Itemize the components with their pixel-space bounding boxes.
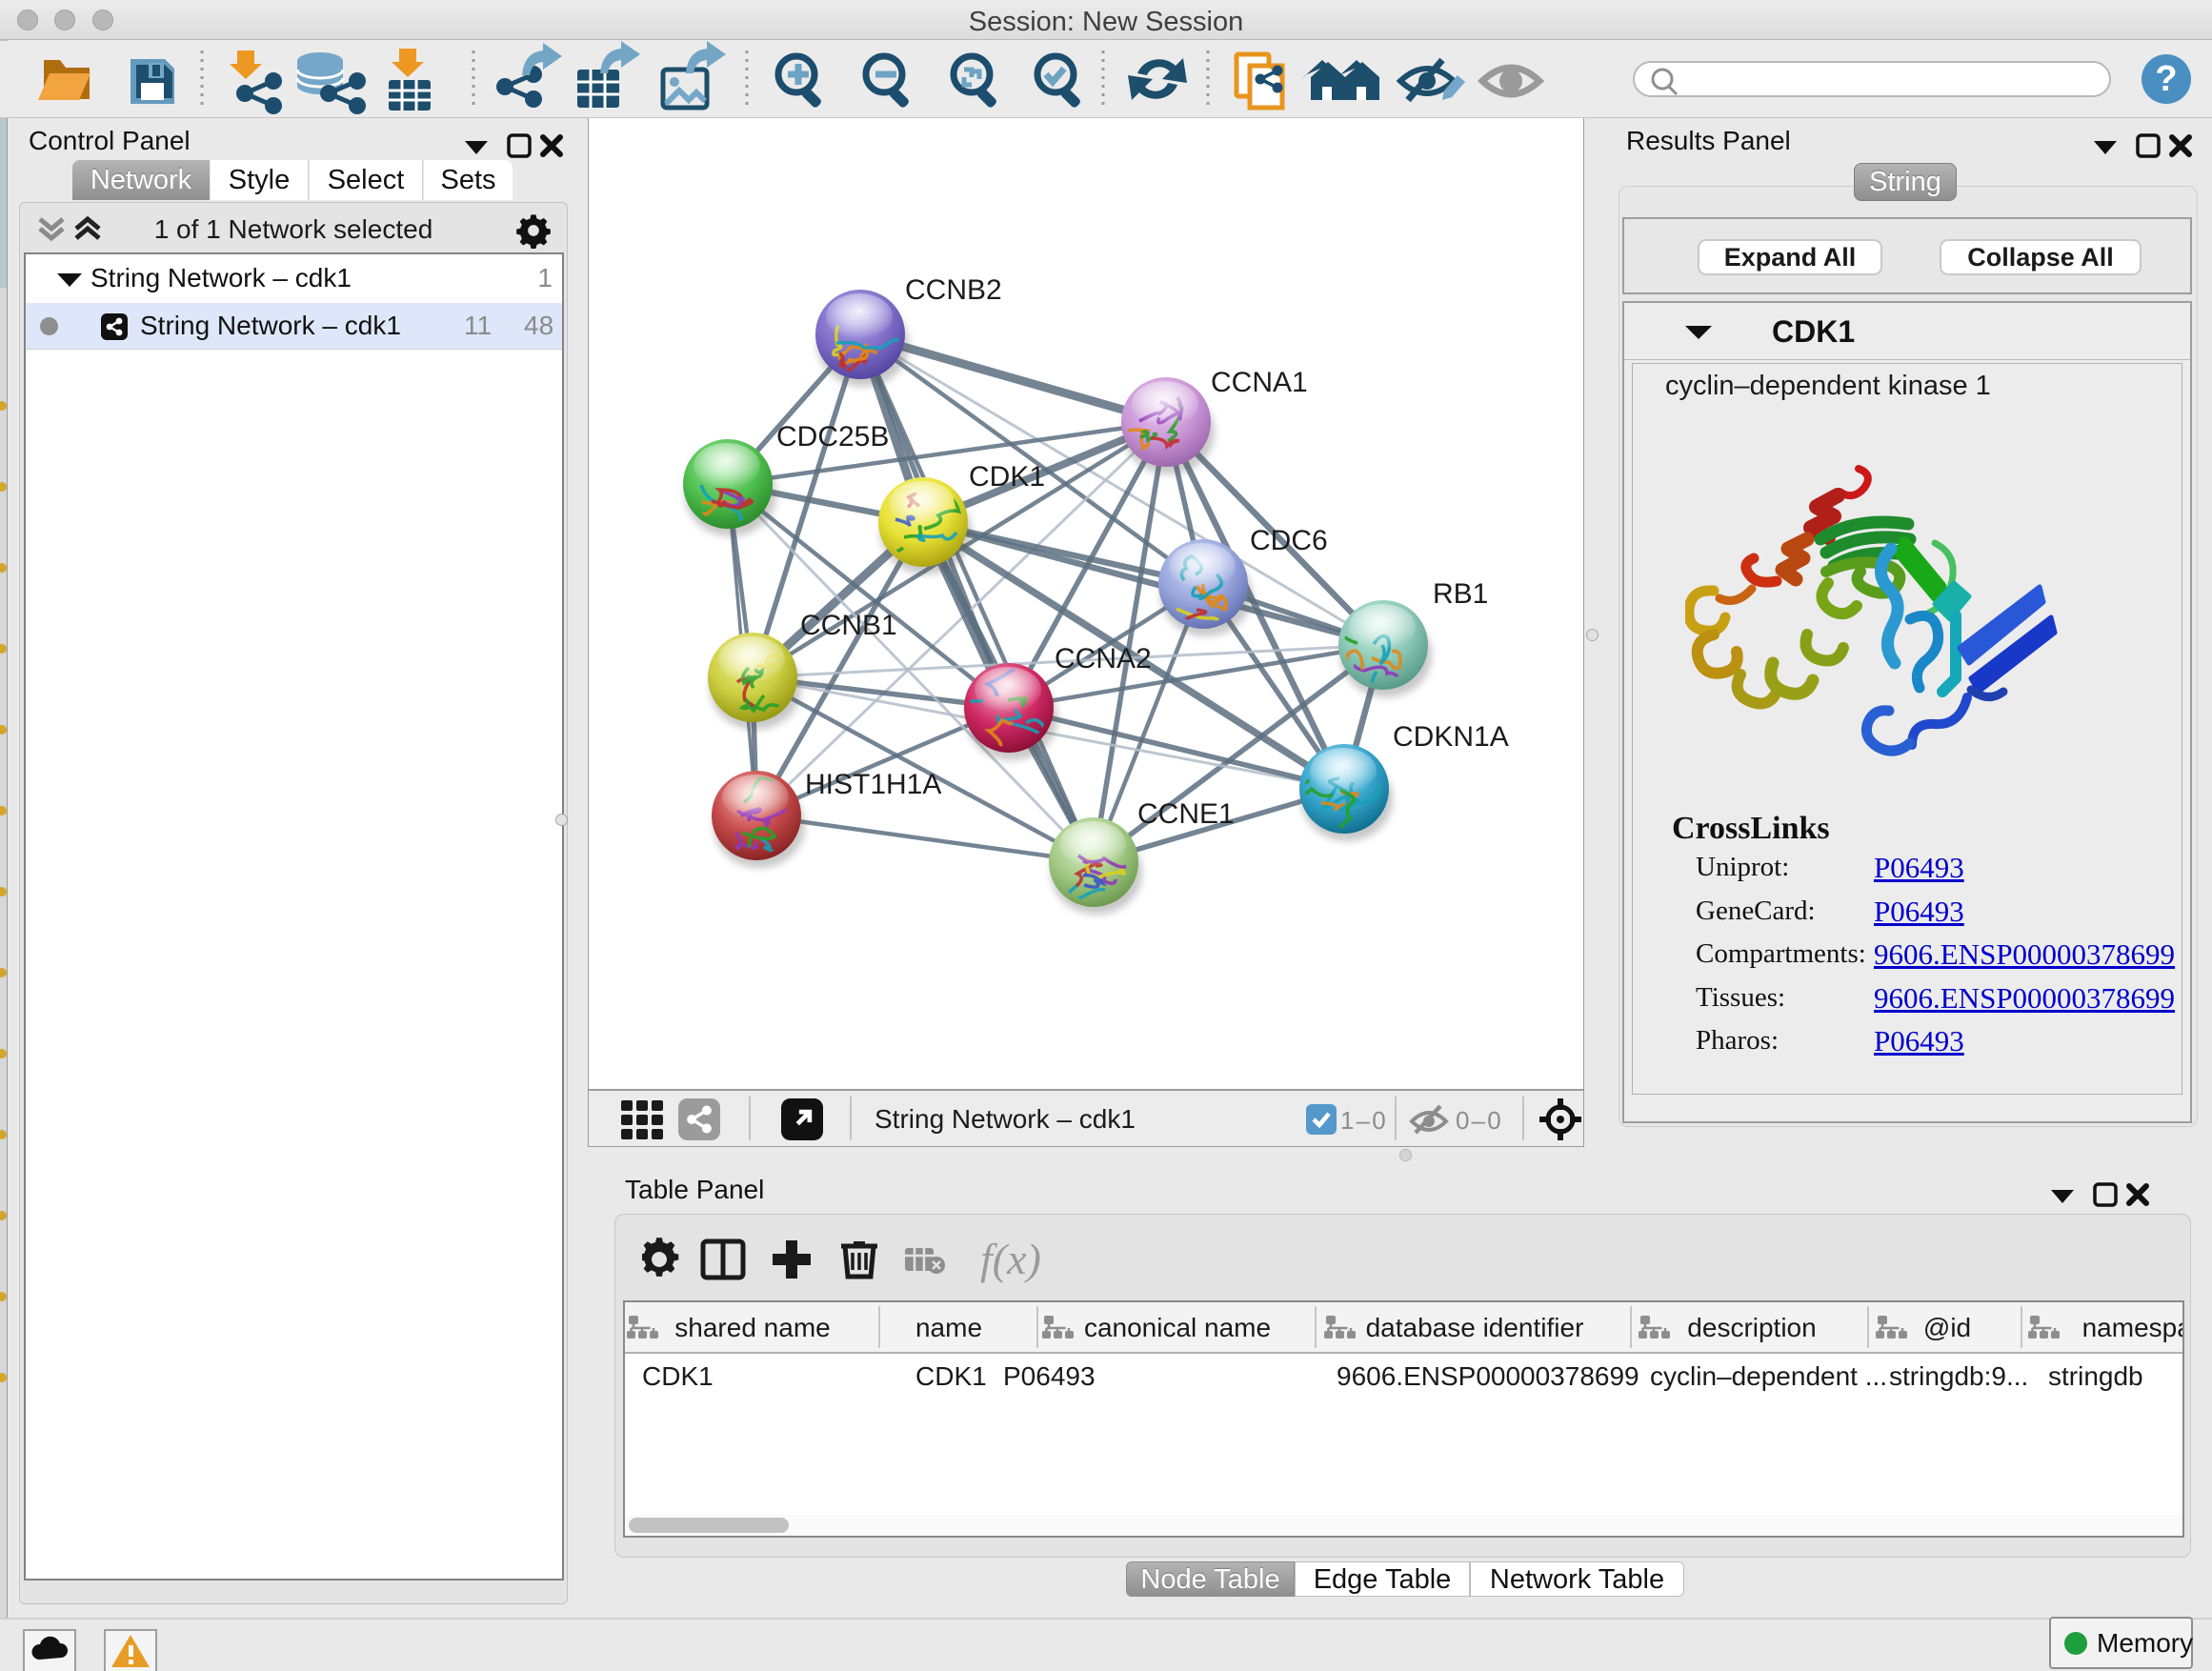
- svg-text:f(x): f(x): [980, 1235, 1041, 1283]
- svg-text:name: name: [915, 1313, 982, 1342]
- svg-text:CCNA1: CCNA1: [1211, 367, 1308, 398]
- svg-text:canonical name: canonical name: [1084, 1313, 1271, 1342]
- svg-text:HIST1H1A: HIST1H1A: [805, 769, 941, 800]
- svg-text:CDC6: CDC6: [1250, 525, 1328, 556]
- svg-text:description: description: [1687, 1313, 1816, 1342]
- svg-text:RB1: RB1: [1433, 578, 1488, 610]
- svg-text:CDC25B: CDC25B: [776, 421, 889, 453]
- svg-text:CCNE1: CCNE1: [1137, 798, 1235, 830]
- svg-text:CCNA2: CCNA2: [1055, 643, 1152, 674]
- svg-text:shared name: shared name: [674, 1313, 830, 1342]
- svg-text:CCNB2: CCNB2: [905, 274, 1002, 306]
- svg-text:@id: @id: [1923, 1313, 1971, 1342]
- svg-text:namespace: namespace: [2082, 1313, 2182, 1342]
- svg-text:CDKN1A: CDKN1A: [1393, 721, 1509, 753]
- svg-text:database identifier: database identifier: [1366, 1313, 1584, 1342]
- svg-text:CCNB1: CCNB1: [800, 610, 897, 641]
- svg-text:CDK1: CDK1: [969, 461, 1045, 493]
